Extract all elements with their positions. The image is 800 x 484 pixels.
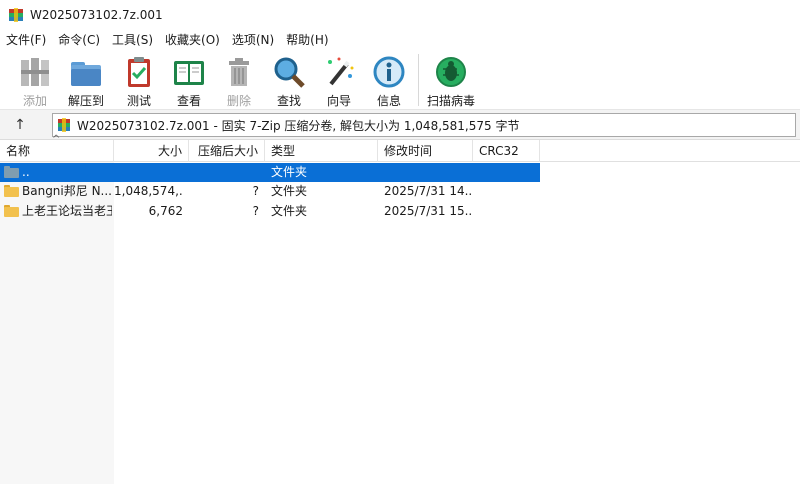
test-label: 测试 (126, 94, 151, 108)
row-size: 1,048,574,... (114, 184, 183, 198)
row-name: 上老王论坛当老王 (22, 204, 112, 218)
add-button[interactable]: 添加 (12, 50, 58, 110)
table-row[interactable]: Bangni邦尼 N... 1,048,574,... ? 文件夹 2025/7… (0, 182, 540, 201)
header-crc32[interactable]: CRC32 (473, 140, 540, 162)
view-button[interactable]: 查看 (164, 50, 214, 110)
table-row[interactable]: .. 文件夹 (0, 163, 540, 182)
header-name[interactable]: 名称 (0, 140, 114, 162)
info-button[interactable]: 信息 (364, 50, 414, 110)
header-type[interactable]: 类型 (265, 140, 378, 162)
header-size[interactable]: 大小 (114, 140, 189, 162)
test-button[interactable]: 测试 (114, 50, 164, 110)
row-name: Bangni邦尼 N... (22, 184, 112, 198)
delete-label: 删除 (226, 94, 251, 108)
delete-button[interactable]: 删除 (214, 50, 264, 110)
trash-icon (221, 54, 257, 90)
archive-icon (57, 118, 71, 132)
scan-virus-button[interactable]: 扫描病毒 (423, 50, 479, 110)
address-text: W2025073102.7z.001 - 固实 7-Zip 压缩分卷, 解包大小… (77, 118, 520, 133)
up-level-button[interactable]: ↑ (8, 116, 32, 134)
info-icon (371, 54, 407, 90)
header-modified[interactable]: 修改时间 (378, 140, 473, 162)
column-headers: ^ 名称 大小 压缩后大小 类型 修改时间 CRC32 (0, 134, 800, 162)
address-bar: ↑ W2025073102.7z.001 - 固实 7-Zip 压缩分卷, 解包… (0, 110, 800, 140)
row-packed (189, 163, 259, 182)
books-add-icon (17, 54, 53, 90)
address-field[interactable]: W2025073102.7z.001 - 固实 7-Zip 压缩分卷, 解包大小… (52, 113, 796, 137)
row-type: 文件夹 (271, 184, 308, 198)
window-title: W2025073102.7z.001 (30, 8, 163, 22)
extract-to-label: 解压到 (67, 94, 104, 108)
row-type: 文件夹 (271, 204, 308, 218)
toolbar: 添加 解压到 测试 查看 删除 查找 向导 信息 扫描病毒 (0, 50, 800, 110)
view-book-icon (171, 54, 207, 90)
view-label: 查看 (176, 94, 201, 108)
winrar-icon (8, 7, 24, 23)
row-type: 文件夹 (271, 165, 308, 179)
folder-icon (4, 205, 19, 217)
parent-folder-icon (4, 166, 19, 178)
row-modified (384, 163, 473, 182)
row-packed: ? (252, 184, 259, 198)
menu-favorites[interactable]: 收藏夹(O) (159, 30, 226, 50)
row-name: .. (22, 165, 30, 179)
title-bar: W2025073102.7z.001 (0, 0, 800, 30)
folder-icon (4, 185, 19, 197)
scan-virus-label: 扫描病毒 (426, 94, 475, 108)
file-list: .. 文件夹 Bangni邦尼 N... 1,048,574,... ? 文件夹… (0, 162, 800, 484)
row-modified: 2025/7/31 15... (384, 204, 473, 218)
menu-tools[interactable]: 工具(S) (106, 30, 159, 50)
wizard-label: 向导 (326, 94, 351, 108)
row-size: 6,762 (148, 204, 183, 218)
find-label: 查找 (276, 94, 301, 108)
wizard-wand-icon (321, 54, 357, 90)
toolbar-separator (418, 54, 419, 106)
row-modified: 2025/7/31 14... (384, 184, 473, 198)
table-row[interactable]: 上老王论坛当老王 6,762 ? 文件夹 2025/7/31 15... (0, 202, 540, 221)
add-label: 添加 (22, 94, 47, 108)
info-label: 信息 (376, 94, 401, 108)
menu-bar: 文件(F) 命令(C) 工具(S) 收藏夹(O) 选项(N) 帮助(H) (0, 30, 800, 50)
test-clipboard-icon (121, 54, 157, 90)
row-packed: ? (252, 204, 259, 218)
menu-commands[interactable]: 命令(C) (52, 30, 106, 50)
extract-to-button[interactable]: 解压到 (58, 50, 114, 110)
extract-folder-icon (68, 54, 104, 90)
menu-file[interactable]: 文件(F) (0, 30, 52, 50)
wizard-button[interactable]: 向导 (314, 50, 364, 110)
virus-scan-icon (433, 54, 469, 90)
row-size (114, 163, 183, 182)
header-packed-size[interactable]: 压缩后大小 (189, 140, 265, 162)
magnifier-icon (271, 54, 307, 90)
find-button[interactable]: 查找 (264, 50, 314, 110)
menu-options[interactable]: 选项(N) (226, 30, 280, 50)
menu-help[interactable]: 帮助(H) (280, 30, 334, 50)
